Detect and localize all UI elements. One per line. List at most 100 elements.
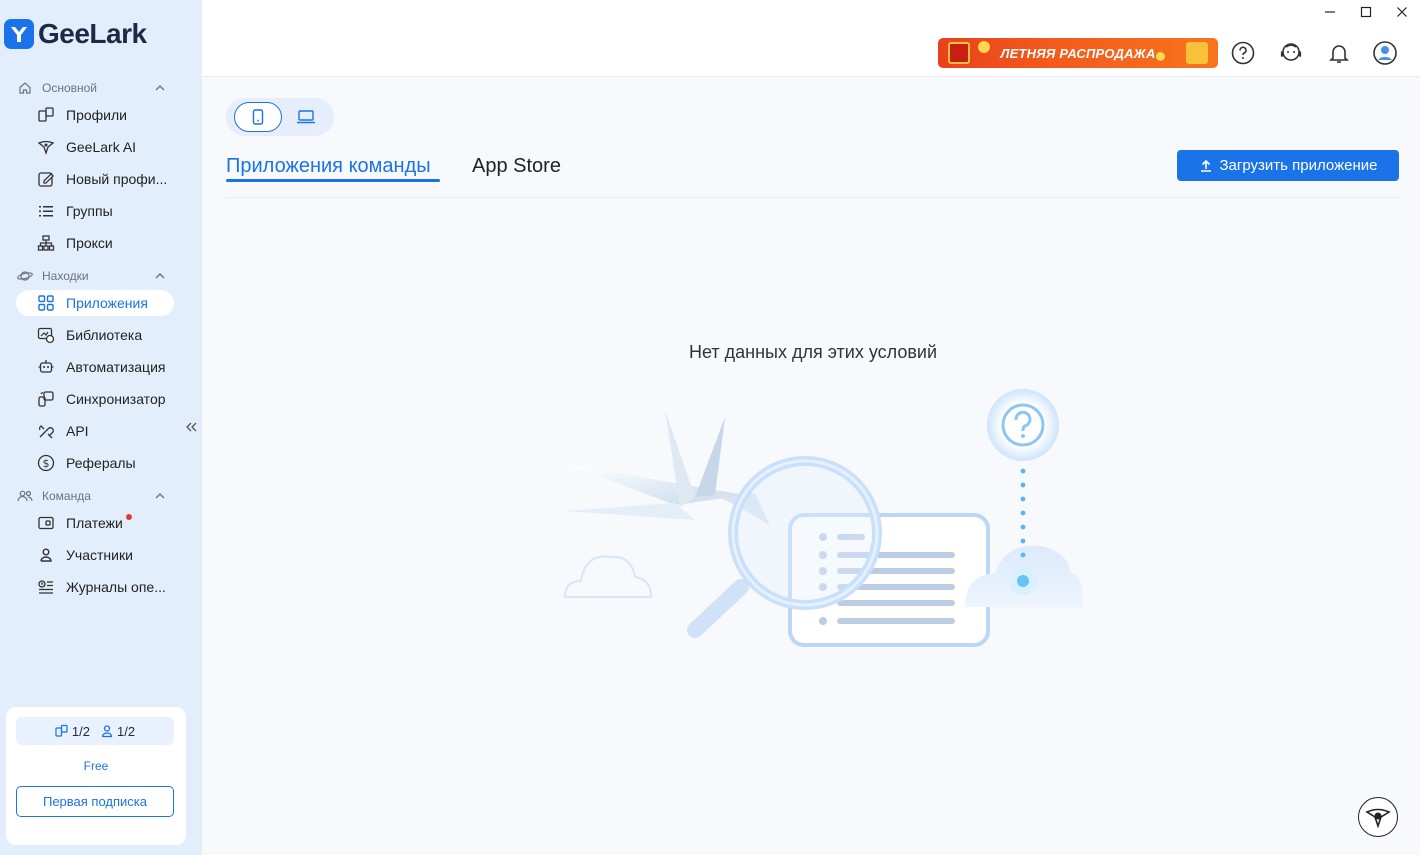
members-usage-value: 1/2 [117, 723, 136, 739]
sidebar-item-label: Профили [66, 107, 127, 123]
apps-icon [36, 293, 56, 313]
first-subscription-button[interactable]: Первая подписка [16, 786, 174, 817]
dollar-icon: $ [36, 453, 56, 473]
sidebar-item-label: Синхронизатор [66, 391, 166, 407]
sidebar-item-logs[interactable]: Журналы опе... [16, 574, 174, 600]
ai-icon [36, 137, 56, 157]
user-icon [36, 545, 56, 565]
device-type-toggle [226, 98, 334, 136]
upload-icon [1200, 159, 1211, 172]
question-bubble-icon [987, 389, 1059, 461]
tab-app-store[interactable]: App Store [472, 155, 561, 178]
target-dot [1017, 575, 1029, 587]
user-icon [101, 725, 113, 738]
empty-state-illustration [563, 389, 1084, 647]
phone-toggle[interactable] [234, 102, 282, 132]
logs-icon [36, 577, 56, 597]
sidebar-item-api[interactable]: API [16, 418, 174, 444]
profiles-icon [55, 724, 68, 737]
sidebar-item-label: Платежи [66, 515, 123, 531]
list-icon [36, 201, 56, 221]
sidebar-item-label: Приложения [66, 295, 148, 311]
team-icon [16, 488, 34, 504]
plan-name: Free [83, 759, 109, 773]
sidebar-item-profiles[interactable]: Профили [16, 102, 174, 128]
sidebar-item-label: Рефералы [66, 455, 136, 471]
sidebar-item-automation[interactable]: Автоматизация [16, 354, 174, 380]
chevron-up-icon[interactable] [154, 490, 166, 502]
api-icon [36, 421, 56, 441]
profiles-usage-value: 1/2 [71, 723, 90, 739]
upload-app-label: Загрузить приложение [1219, 157, 1378, 174]
robot-icon [36, 357, 56, 377]
laptop-toggle[interactable] [282, 102, 330, 132]
sidebar-item-label: GeeLark AI [66, 139, 137, 155]
app-logo[interactable]: GeeLark [4, 18, 147, 50]
sidebar-item-label: Журналы опе... [66, 579, 166, 595]
sidebar-item-label: Участники [66, 547, 133, 563]
gift-icon [948, 42, 970, 64]
sidebar-item-label: Прокси [66, 235, 113, 251]
sidebar-item-label: Группы [66, 203, 113, 219]
collapse-sidebar-icon[interactable] [184, 420, 198, 434]
sidebar-item-groups[interactable]: Группы [16, 198, 174, 224]
sidebar-item-apps[interactable]: Приложения [16, 290, 174, 316]
section-title: Находки [42, 269, 89, 283]
library-icon [36, 325, 56, 345]
help-icon[interactable] [1230, 40, 1256, 66]
empty-state-message: Нет данных для этих условий [688, 342, 938, 362]
plan-usage: 1/2 1/2 [16, 717, 174, 745]
sidebar-item-label: Библиотека [66, 327, 143, 343]
gift-icon [1186, 42, 1208, 64]
home-icon [16, 80, 34, 96]
sidebar-item-payments[interactable]: Платежи [16, 510, 174, 536]
geelark-logo-icon [4, 19, 34, 49]
profiles-icon [36, 105, 56, 125]
laptop-icon [297, 110, 315, 124]
tabs-divider [226, 197, 1400, 198]
dotted-connector [1020, 468, 1026, 558]
tab-team-apps[interactable]: Приложения команды [226, 155, 431, 178]
coin-icon [978, 41, 990, 53]
profiles-usage: 1/2 [55, 724, 90, 739]
promo-text: ЛЕТНЯЯ РАСПРОДАЖА [1000, 45, 1156, 61]
sync-icon [36, 389, 56, 409]
members-usage: 1/2 [100, 724, 135, 739]
sidebar-item-label: Новый профи... [66, 171, 168, 187]
chevron-up-icon[interactable] [154, 82, 166, 94]
upload-app-button[interactable]: Загрузить приложение [1177, 150, 1399, 181]
sidebar-item-proxy[interactable]: Прокси [16, 230, 174, 256]
maximize-icon[interactable] [1348, 0, 1384, 24]
sidebar: GeeLark Основной Профили GeeLark AI Новы… [0, 0, 202, 855]
proxy-icon [36, 233, 56, 253]
window-controls [1312, 0, 1420, 24]
planet-icon [16, 268, 34, 284]
sidebar-item-geelark-ai[interactable]: GeeLark AI [16, 134, 174, 160]
edit-icon [36, 169, 56, 189]
section-title: Основной [42, 81, 98, 95]
chevron-up-icon[interactable] [154, 270, 166, 282]
section-main[interactable]: Основной [16, 80, 166, 96]
sidebar-item-members[interactable]: Участники [16, 542, 174, 568]
account-icon[interactable] [1372, 40, 1398, 66]
app-name: GeeLark [38, 18, 147, 49]
notification-dot [126, 514, 132, 520]
minimize-icon[interactable] [1312, 0, 1348, 24]
support-icon[interactable] [1278, 40, 1304, 66]
sidebar-item-label: API [66, 423, 89, 439]
section-team[interactable]: Команда [16, 488, 166, 504]
plan-card: 1/2 1/2 Free Первая подписка [6, 707, 186, 845]
bell-icon[interactable] [1326, 40, 1352, 66]
assistant-fab-icon[interactable] [1358, 797, 1398, 837]
sidebar-item-referrals[interactable]: $ Рефералы [16, 450, 174, 476]
wallet-icon [36, 513, 56, 533]
coin-icon [1156, 52, 1165, 61]
sidebar-item-synchronizer[interactable]: Синхронизатор [16, 386, 174, 412]
top-header: ЛЕТНЯЯ РАСПРОДАЖА [202, 0, 1420, 77]
sidebar-item-library[interactable]: Библиотека [16, 322, 174, 348]
summer-sale-banner[interactable]: ЛЕТНЯЯ РАСПРОДАЖА [938, 38, 1218, 68]
svg-text:$: $ [43, 457, 50, 470]
section-finds[interactable]: Находки [16, 268, 166, 284]
close-icon[interactable] [1384, 0, 1420, 24]
sidebar-item-new-profile[interactable]: Новый профи... [16, 166, 174, 192]
